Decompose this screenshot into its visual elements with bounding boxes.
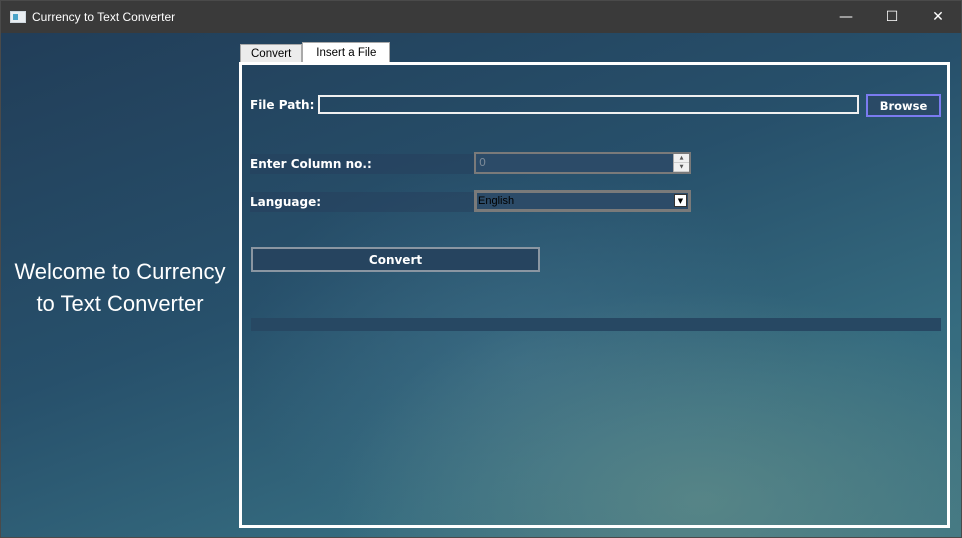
title-bar: Currency to Text Converter — ☐ ✕ bbox=[1, 1, 961, 33]
app-icon bbox=[10, 11, 26, 23]
welcome-text: Welcome to Currency to Text Converter bbox=[5, 256, 235, 320]
window-controls: — ☐ ✕ bbox=[823, 1, 961, 33]
tab-convert[interactable]: Convert bbox=[240, 44, 303, 63]
spin-up-icon[interactable]: ▲ bbox=[674, 154, 689, 163]
file-path-label: File Path: bbox=[250, 98, 315, 112]
dropdown-arrow-icon[interactable]: ▼ bbox=[674, 194, 687, 207]
app-window: Currency to Text Converter — ☐ ✕ Welcome… bbox=[0, 0, 962, 538]
spin-down-icon[interactable]: ▼ bbox=[674, 163, 689, 172]
welcome-line-2: to Text Converter bbox=[36, 291, 204, 316]
language-label: Language: bbox=[250, 192, 474, 212]
insert-file-panel: File Path: Browse Enter Column no.: 0 ▲ … bbox=[239, 62, 950, 528]
column-number-value: 0 bbox=[479, 156, 486, 169]
convert-button[interactable]: Convert bbox=[251, 247, 540, 272]
tab-bar: Convert Insert a File bbox=[240, 42, 391, 63]
progress-bar bbox=[251, 318, 941, 331]
language-selected-value: English bbox=[478, 195, 515, 207]
column-number-label: Enter Column no.: bbox=[250, 154, 474, 174]
file-path-input[interactable] bbox=[318, 95, 859, 114]
language-select[interactable]: English ▼ bbox=[474, 190, 691, 212]
maximize-button[interactable]: ☐ bbox=[869, 1, 915, 33]
browse-button[interactable]: Browse bbox=[866, 94, 941, 117]
welcome-line-1: Welcome to Currency bbox=[14, 259, 226, 284]
tab-insert-a-file[interactable]: Insert a File bbox=[302, 42, 391, 63]
close-button[interactable]: ✕ bbox=[915, 1, 961, 33]
minimize-button[interactable]: — bbox=[823, 1, 869, 33]
window-title: Currency to Text Converter bbox=[32, 10, 176, 24]
column-number-spinbox[interactable]: 0 ▲ ▼ bbox=[474, 152, 691, 174]
spinbox-arrows: ▲ ▼ bbox=[673, 154, 689, 172]
